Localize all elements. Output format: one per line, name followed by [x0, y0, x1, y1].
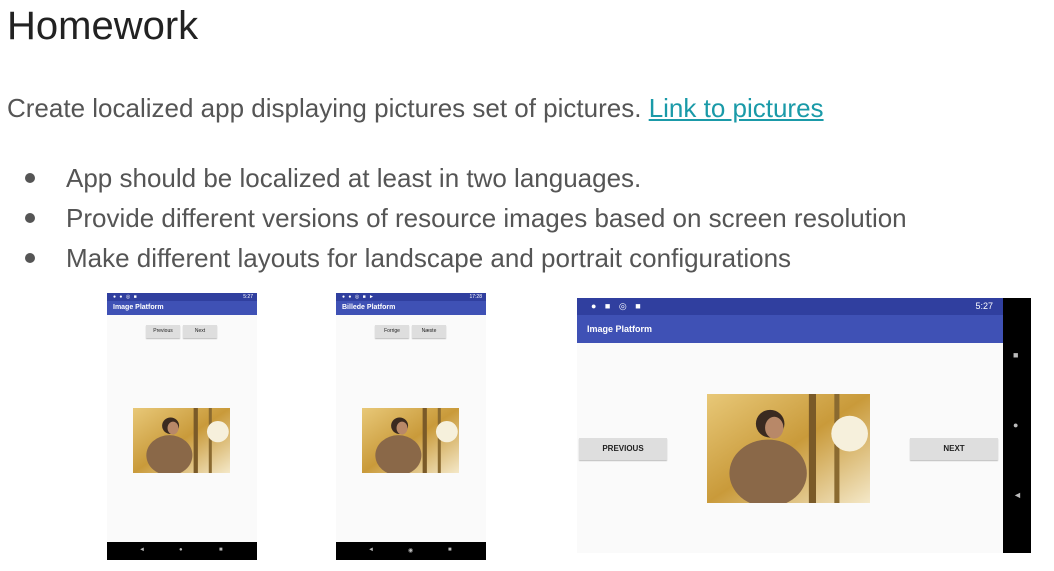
- app-bar-title: Image Platform: [577, 315, 1003, 343]
- status-time: 5:27: [243, 294, 253, 300]
- previous-button[interactable]: Forrige: [375, 325, 409, 338]
- bullet-text: Provide different versions of resource i…: [66, 203, 907, 233]
- app-bar-title: Billede Platform: [336, 301, 486, 315]
- back-icon[interactable]: ◄: [1013, 490, 1022, 500]
- previous-button[interactable]: Previous: [146, 325, 180, 338]
- displayed-photo: [133, 408, 230, 473]
- next-button[interactable]: Næste: [412, 325, 446, 338]
- bullet-icon: [25, 253, 35, 263]
- requirements-list: App should be localized at least in two …: [0, 158, 907, 278]
- displayed-photo: [362, 408, 459, 473]
- phone-landscape: ● ■ ◎ ■ 5:27 Image Platform PREVIOUS NEX…: [577, 298, 1003, 553]
- status-bar: ● ● ◎ ■ ► 17:28: [336, 293, 486, 301]
- bullet-icon: [25, 173, 35, 183]
- home-icon[interactable]: ●: [1013, 420, 1018, 430]
- status-time: 5:27: [975, 301, 993, 311]
- list-item: Provide different versions of resource i…: [0, 198, 907, 238]
- navigation-bar: ■ ● ◄: [1003, 298, 1031, 553]
- status-bar: ● ● ◎ ■ 5:27: [107, 293, 257, 301]
- recents-icon[interactable]: ■: [448, 547, 452, 553]
- status-icons: ● ■ ◎ ■: [591, 301, 644, 311]
- recents-icon[interactable]: ■: [1013, 350, 1018, 360]
- slide-title: Homework: [7, 4, 199, 48]
- next-button[interactable]: Next: [183, 325, 217, 338]
- app-bar-title: Image Platform: [107, 301, 257, 315]
- displayed-photo: [707, 394, 870, 503]
- list-item: Make different layouts for landscape and…: [0, 238, 907, 278]
- list-item: App should be localized at least in two …: [0, 158, 907, 198]
- navigation-bar: ◄ ◉ ■: [336, 542, 486, 560]
- status-bar: ● ■ ◎ ■ 5:27: [577, 298, 1003, 315]
- home-icon[interactable]: ◉: [408, 547, 413, 554]
- back-icon[interactable]: ◄: [139, 547, 145, 553]
- next-button[interactable]: NEXT: [910, 438, 998, 460]
- status-icons: ● ● ◎ ■ ►: [342, 294, 375, 300]
- intro-text: Create localized app displaying pictures…: [7, 93, 642, 123]
- home-icon[interactable]: ●: [179, 547, 183, 553]
- bullet-text: Make different layouts for landscape and…: [66, 243, 792, 273]
- recents-icon[interactable]: ■: [219, 547, 223, 553]
- back-icon[interactable]: ◄: [368, 547, 374, 553]
- status-time: 17:28: [469, 294, 482, 300]
- phone-english-portrait: ● ● ◎ ■ 5:27 Image Platform Previous Nex…: [107, 293, 257, 560]
- navigation-bar: ◄ ● ■: [107, 542, 257, 560]
- pictures-link[interactable]: Link to pictures: [649, 93, 824, 123]
- previous-button[interactable]: PREVIOUS: [579, 438, 667, 460]
- phone-danish-portrait: ● ● ◎ ■ ► 17:28 Billede Platform Forrige…: [336, 293, 486, 560]
- status-icons: ● ● ◎ ■: [113, 294, 138, 300]
- bullet-text: App should be localized at least in two …: [66, 163, 642, 193]
- bullet-icon: [25, 213, 35, 223]
- intro-paragraph: Create localized app displaying pictures…: [7, 93, 824, 124]
